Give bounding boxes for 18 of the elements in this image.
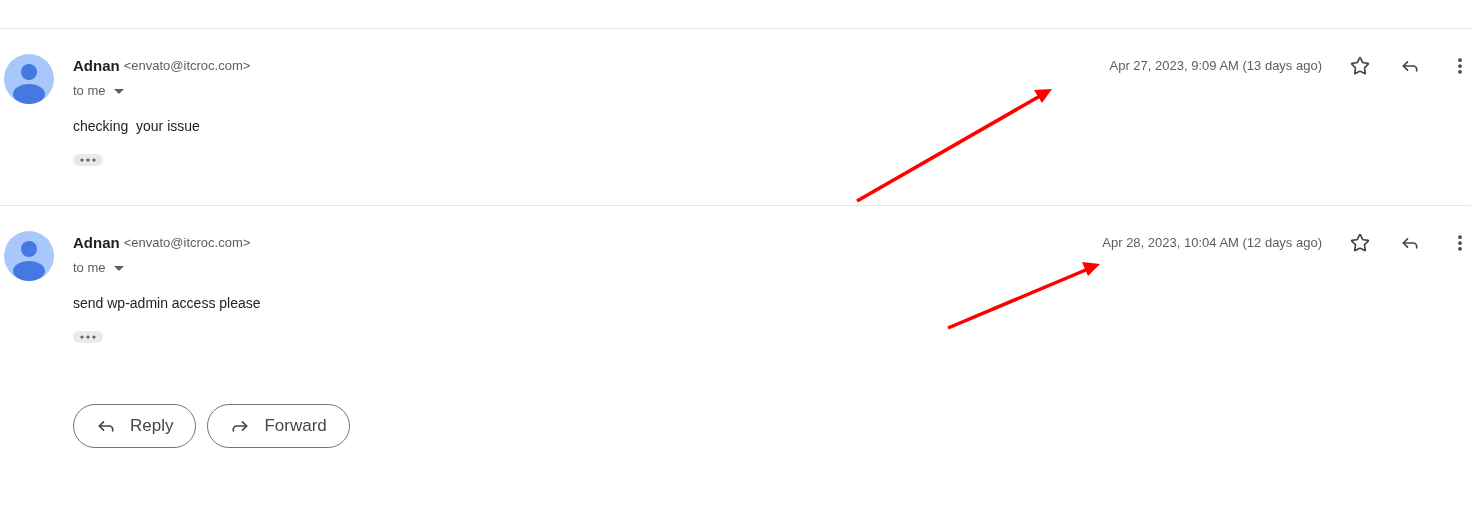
avatar-icon [4,54,54,104]
ellipsis-icon [80,335,96,339]
caret-icon [113,88,124,94]
message-body: send wp-admin access please [73,294,262,313]
show-trimmed-content-button[interactable] [73,154,103,166]
recipient-dropdown[interactable]: to me [73,256,124,280]
message-date: Apr 27, 2023, 9:09 AM (13 days ago) [1109,57,1322,76]
message-body: checking your issue [73,117,201,136]
sender-email: <envato@itcroc.com> [123,234,251,253]
show-trimmed-content-button[interactable] [73,331,103,343]
sender-email: <envato@itcroc.com> [123,57,251,76]
sender-name: Adnan [73,55,120,76]
ellipsis-icon [80,158,96,162]
caret-icon [113,265,124,271]
message-date: Apr 28, 2023, 10:04 AM (12 days ago) [1102,234,1322,253]
recipient-dropdown[interactable]: to me [73,79,124,103]
avatar-icon [4,231,54,281]
sender-name: Adnan [73,232,120,253]
